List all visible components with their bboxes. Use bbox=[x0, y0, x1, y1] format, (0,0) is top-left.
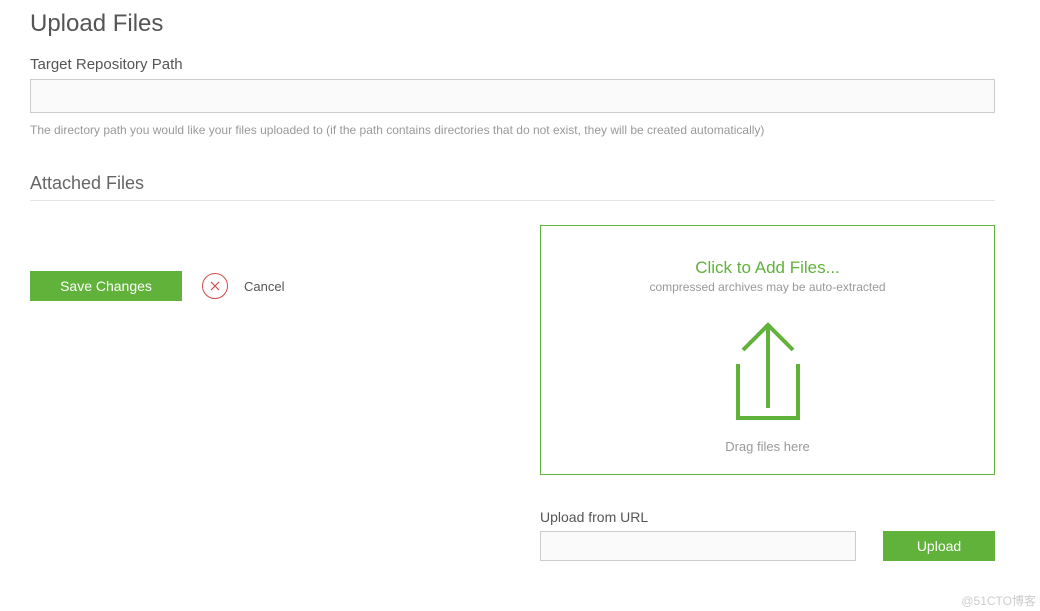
save-button[interactable]: Save Changes bbox=[30, 271, 182, 301]
attached-files-title: Attached Files bbox=[30, 173, 995, 201]
dropzone-subtitle: compressed archives may be auto-extracte… bbox=[649, 280, 885, 294]
upload-url-label: Upload from URL bbox=[540, 509, 995, 525]
close-icon bbox=[202, 273, 228, 299]
upload-url-input[interactable] bbox=[540, 531, 856, 561]
cancel-label: Cancel bbox=[244, 279, 284, 294]
cancel-button[interactable]: Cancel bbox=[202, 273, 284, 299]
upload-arrow-icon bbox=[733, 322, 803, 427]
target-path-label: Target Repository Path bbox=[30, 56, 1010, 73]
dropzone-drag-text: Drag files here bbox=[725, 439, 810, 454]
watermark: @51CTO博客 bbox=[961, 592, 1036, 609]
target-path-input[interactable] bbox=[30, 79, 995, 113]
dropzone-title: Click to Add Files... bbox=[695, 258, 840, 278]
page-title: Upload Files bbox=[30, 0, 1010, 56]
file-dropzone[interactable]: Click to Add Files... compressed archive… bbox=[540, 225, 995, 475]
upload-button[interactable]: Upload bbox=[883, 531, 995, 561]
target-path-helper: The directory path you would like your f… bbox=[30, 123, 1010, 137]
